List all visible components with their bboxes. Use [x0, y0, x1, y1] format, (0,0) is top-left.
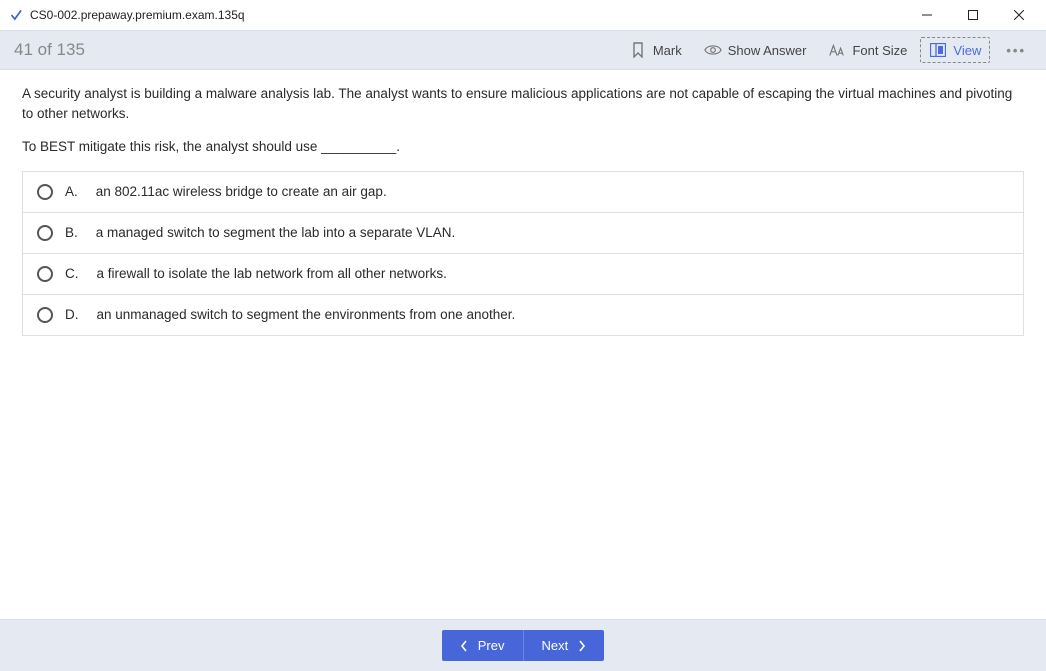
option-c[interactable]: C. a firewall to isolate the lab network… — [23, 254, 1023, 295]
prev-label: Prev — [478, 638, 505, 653]
next-button[interactable]: Next — [523, 630, 605, 661]
toolbar-actions: Mark Show Answer Font Size View ••• — [620, 37, 1032, 63]
more-button[interactable]: ••• — [1000, 43, 1032, 58]
mark-button[interactable]: Mark — [620, 37, 691, 63]
show-answer-label: Show Answer — [728, 43, 807, 58]
progress-label: 41 of 135 — [14, 40, 620, 60]
option-text: a managed switch to segment the lab into… — [96, 225, 455, 240]
next-label: Next — [542, 638, 569, 653]
nav-group: Prev Next — [442, 630, 604, 661]
option-text: an 802.11ac wireless bridge to create an… — [96, 184, 387, 199]
option-d[interactable]: D. an unmanaged switch to segment the en… — [23, 295, 1023, 336]
radio-icon — [37, 184, 53, 200]
show-answer-button[interactable]: Show Answer — [695, 37, 816, 63]
mark-label: Mark — [653, 43, 682, 58]
question-body-2: To BEST mitigate this risk, the analyst … — [22, 137, 1024, 157]
chevron-right-icon — [578, 640, 586, 652]
view-button[interactable]: View — [920, 37, 990, 63]
prev-button[interactable]: Prev — [442, 630, 523, 661]
layout-icon — [929, 41, 947, 59]
option-text: an unmanaged switch to segment the envir… — [97, 307, 516, 322]
radio-icon — [37, 266, 53, 282]
option-b[interactable]: B. a managed switch to segment the lab i… — [23, 213, 1023, 254]
app-icon — [8, 7, 24, 23]
font-size-button[interactable]: Font Size — [819, 37, 916, 63]
toolbar: 41 of 135 Mark Show Answer Font Size Vie… — [0, 30, 1046, 70]
option-letter: B. — [65, 225, 78, 240]
titlebar: CS0-002.prepaway.premium.exam.135q — [0, 0, 1046, 30]
question-body-1: A security analyst is building a malware… — [22, 84, 1024, 123]
eye-icon — [704, 41, 722, 59]
bottom-bar: Prev Next — [0, 619, 1046, 671]
close-button[interactable] — [996, 0, 1042, 30]
option-letter: D. — [65, 307, 79, 322]
option-a[interactable]: A. an 802.11ac wireless bridge to create… — [23, 172, 1023, 213]
window-title: CS0-002.prepaway.premium.exam.135q — [30, 8, 904, 22]
radio-icon — [37, 225, 53, 241]
bookmark-icon — [629, 41, 647, 59]
maximize-button[interactable] — [950, 0, 996, 30]
radio-icon — [37, 307, 53, 323]
option-letter: C. — [65, 266, 79, 281]
option-letter: A. — [65, 184, 78, 199]
option-text: a firewall to isolate the lab network fr… — [97, 266, 447, 281]
font-size-icon — [828, 41, 846, 59]
content-area: A security analyst is building a malware… — [0, 70, 1046, 619]
chevron-left-icon — [460, 640, 468, 652]
window-controls — [904, 0, 1042, 30]
options-list: A. an 802.11ac wireless bridge to create… — [22, 171, 1024, 336]
font-size-label: Font Size — [852, 43, 907, 58]
minimize-button[interactable] — [904, 0, 950, 30]
view-label: View — [953, 43, 981, 58]
